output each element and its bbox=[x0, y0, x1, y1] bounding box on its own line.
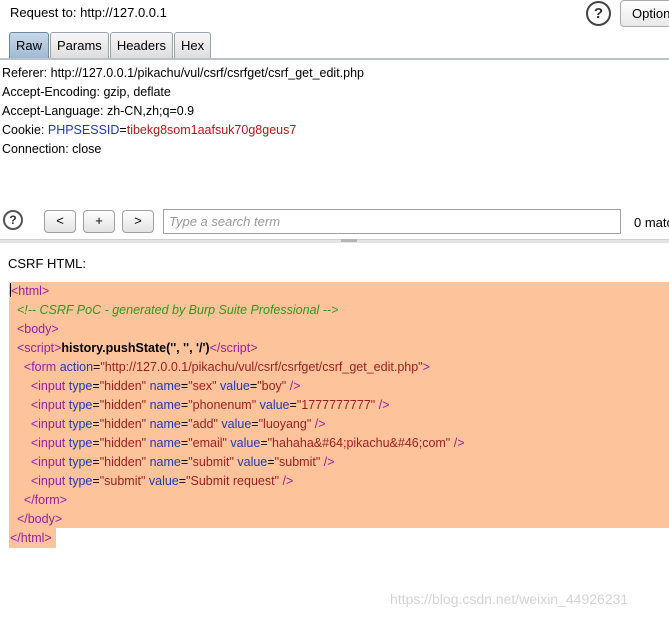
accept-encoding-header: Accept-Encoding: gzip, deflate bbox=[2, 85, 171, 99]
tab-params[interactable]: Params bbox=[50, 32, 109, 59]
match-count: 0 matc bbox=[634, 215, 669, 230]
cookie-key: PHPSESSID bbox=[47, 123, 120, 137]
search-input[interactable] bbox=[163, 209, 621, 234]
code-line: <input type="hidden" name="add" value="l… bbox=[30, 417, 326, 431]
code-line: <script>history.pushState('', '', '/')</… bbox=[16, 341, 258, 355]
options-button[interactable]: Option bbox=[620, 0, 669, 27]
watermark: https://blog.csdn.net/weixin_44926231 bbox=[390, 591, 629, 607]
script-content: history.pushState('', '', '/') bbox=[61, 341, 210, 355]
search-help-icon[interactable]: ? bbox=[3, 210, 23, 230]
code-line: </form> bbox=[23, 493, 67, 507]
connection-header: Connection: close bbox=[2, 142, 102, 156]
help-icon[interactable]: ? bbox=[586, 1, 611, 26]
code-line: <body> bbox=[16, 322, 59, 336]
request-editor[interactable]: Referer: http://127.0.0.1/pikachu/vul/cs… bbox=[2, 64, 364, 159]
previous-match-button[interactable]: < bbox=[44, 210, 76, 233]
code-comment: <!-- CSRF PoC - generated by Burp Suite … bbox=[16, 303, 339, 317]
code-line: <input type="hidden" name="email" value=… bbox=[30, 436, 465, 450]
next-match-button[interactable]: > bbox=[122, 210, 154, 233]
add-search-button[interactable]: + bbox=[83, 210, 115, 233]
csrf-html-label: CSRF HTML: bbox=[8, 256, 86, 271]
tab-raw[interactable]: Raw bbox=[9, 32, 50, 59]
tab-divider bbox=[0, 58, 669, 60]
request-url: http://127.0.0.1 bbox=[80, 5, 167, 20]
request-target-label: Request to: http://127.0.0.1 bbox=[10, 5, 167, 20]
request-bar: Request to: http://127.0.0.1 ? Option bbox=[0, 0, 669, 30]
code-line: <form action="http://127.0.0.1/pikachu/v… bbox=[23, 360, 430, 374]
tab-hex[interactable]: Hex bbox=[173, 32, 212, 59]
code-line: <input type="hidden" name="submit" value… bbox=[30, 455, 335, 469]
code-line: <html> bbox=[10, 283, 50, 298]
pane-splitter[interactable] bbox=[0, 239, 669, 243]
code-line: <input type="submit" value="Submit reque… bbox=[30, 474, 294, 488]
search-toolbar: ? < + > 0 matc bbox=[0, 206, 669, 236]
code-line: <!-- CSRF PoC - generated by Burp Suite … bbox=[10, 301, 465, 320]
code-line: </body> bbox=[16, 512, 63, 526]
splitter-grip-icon[interactable] bbox=[341, 239, 357, 242]
csrf-code-editor[interactable]: <html> <!-- CSRF PoC - generated by Burp… bbox=[10, 282, 465, 548]
cookie-value: tibekg8som1aafsuk70g8geus7 bbox=[126, 123, 297, 137]
code-line: <input type="hidden" name="sex" value="b… bbox=[30, 379, 301, 393]
message-tabs: Raw Params Headers Hex bbox=[9, 32, 212, 59]
accept-language-header: Accept-Language: zh-CN,zh;q=0.9 bbox=[2, 104, 195, 118]
code-line: <input type="hidden" name="phonenum" val… bbox=[30, 398, 390, 412]
cookie-header: Cookie: PHPSESSID=tibekg8som1aafsuk70g8g… bbox=[2, 123, 297, 137]
form-action-value: "http://127.0.0.1/pikachu/vul/csrf/csrfg… bbox=[100, 360, 423, 374]
tab-headers[interactable]: Headers bbox=[109, 32, 173, 59]
code-line: </html> bbox=[10, 531, 52, 545]
referer-header: Referer: http://127.0.0.1/pikachu/vul/cs… bbox=[2, 66, 364, 80]
